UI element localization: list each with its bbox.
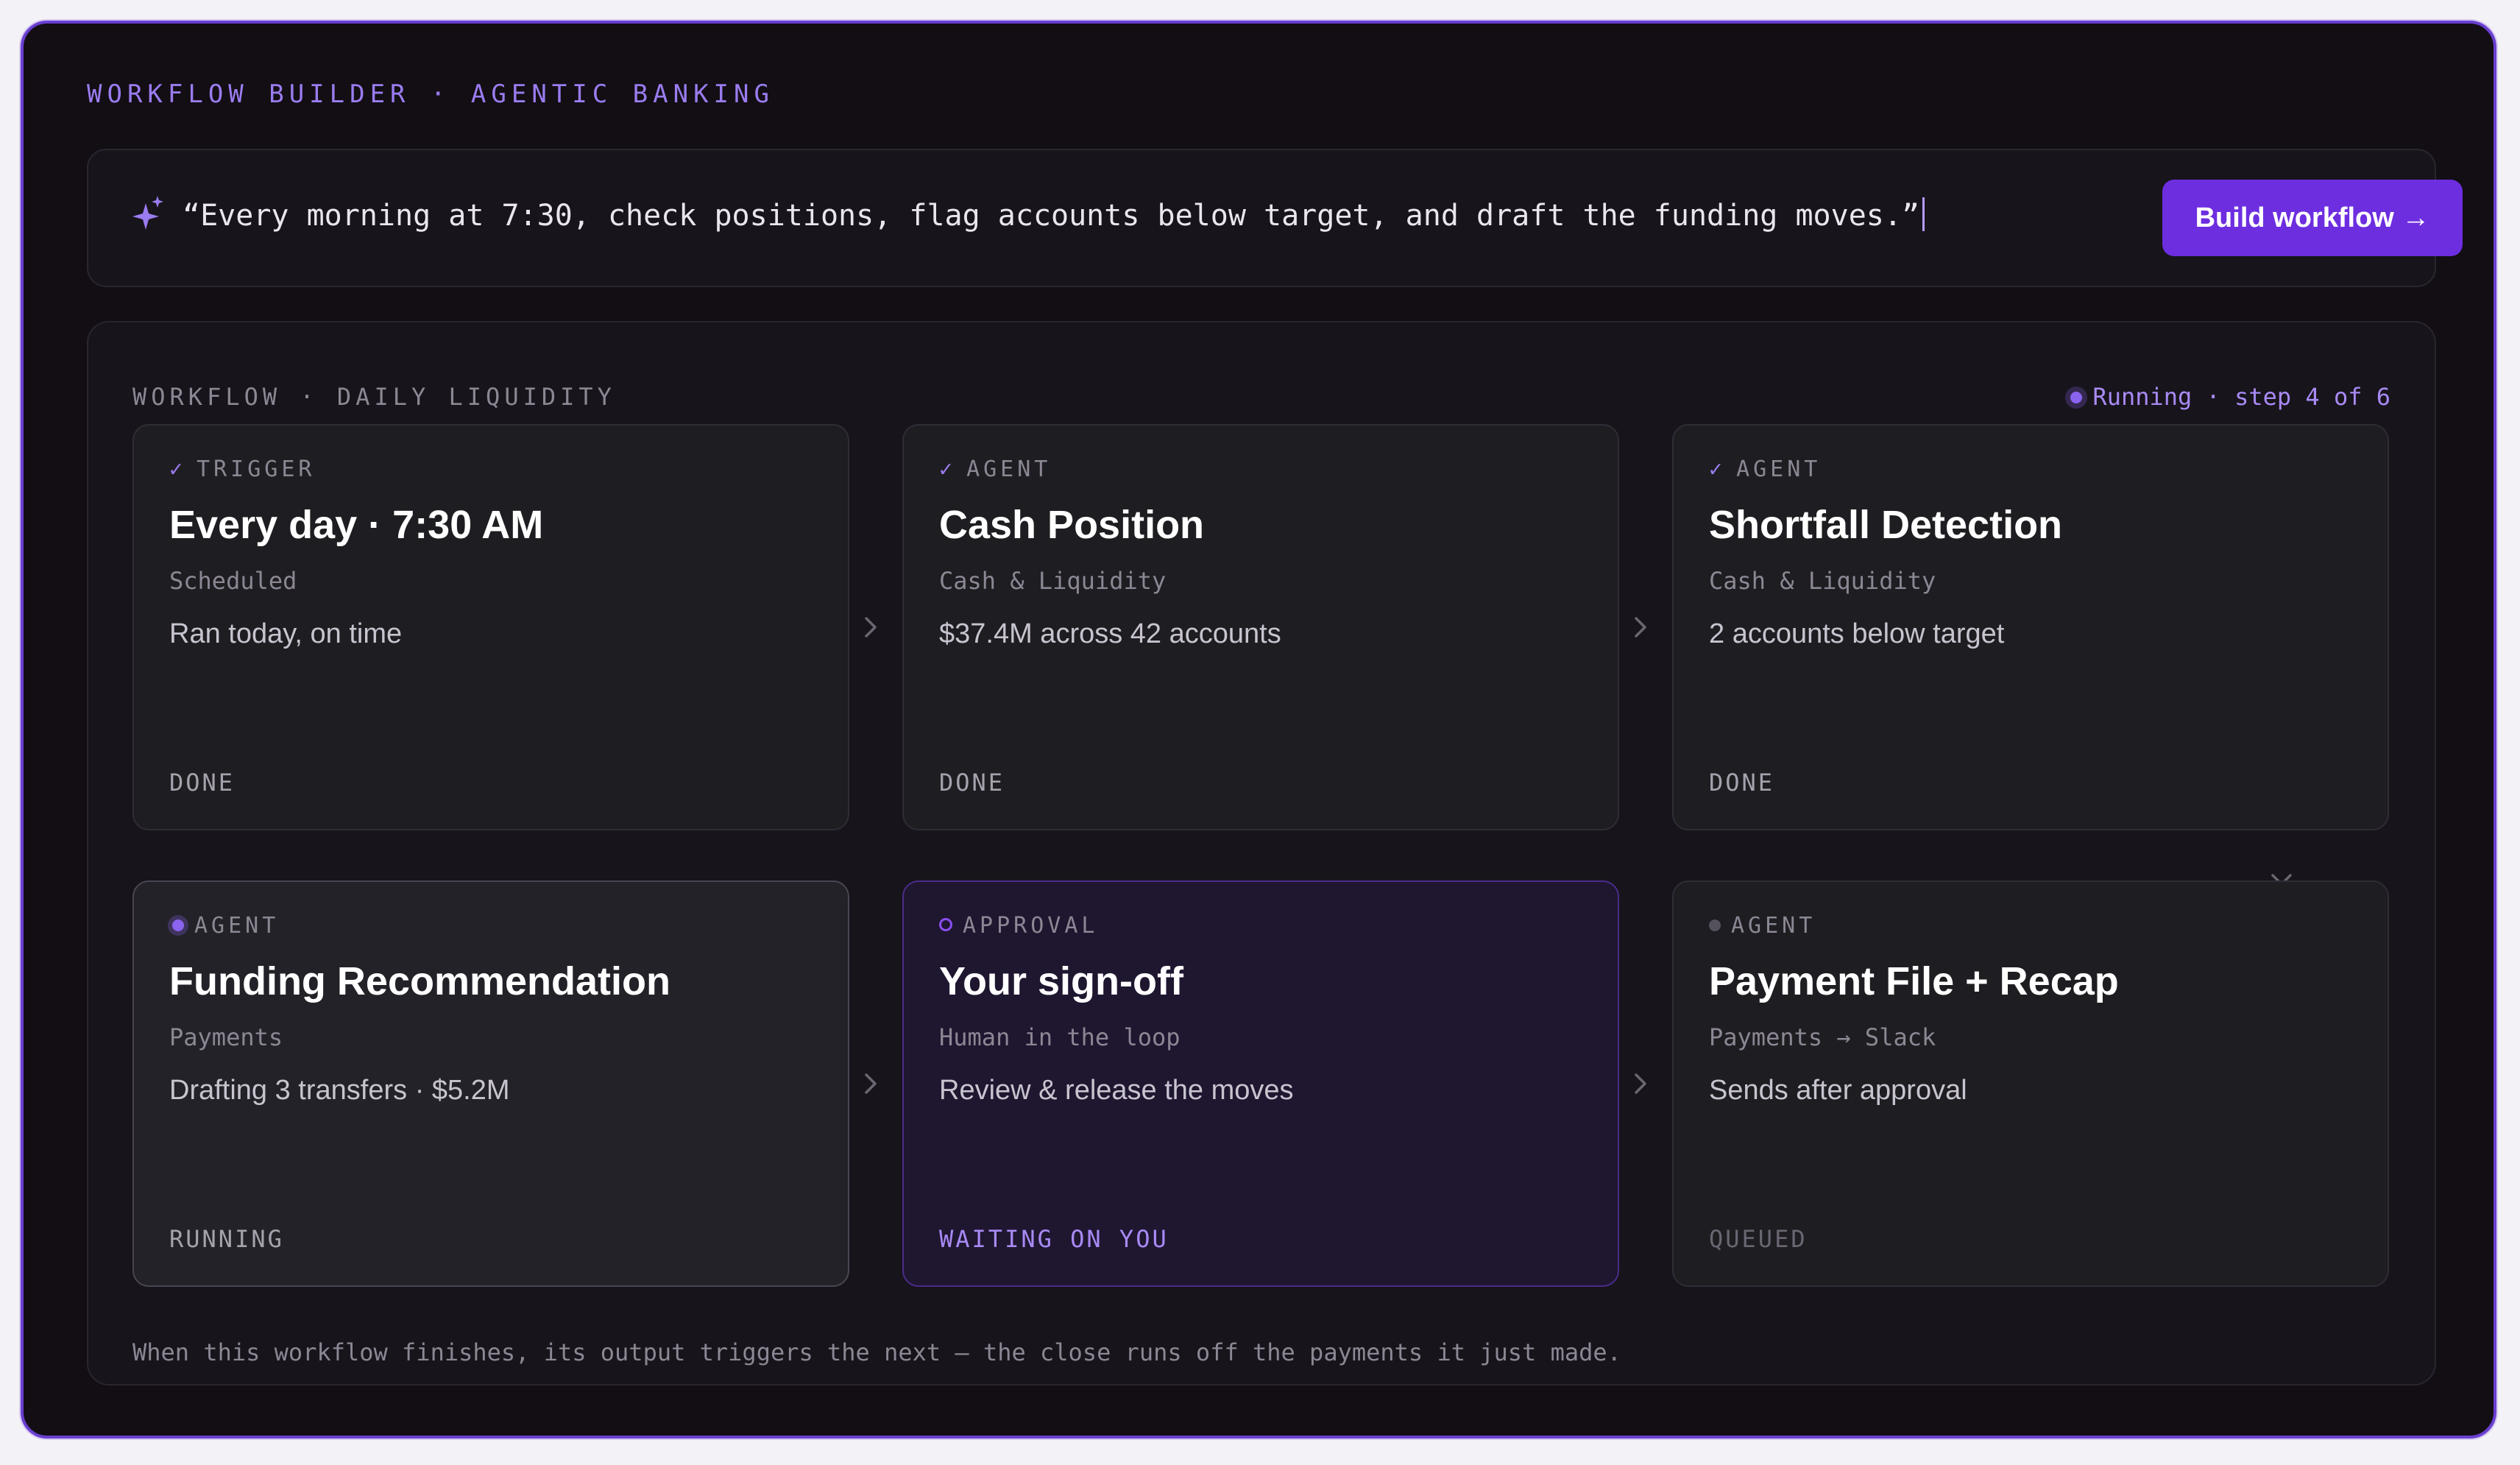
running-dot-icon	[172, 919, 184, 931]
check-icon: ✓	[169, 456, 187, 482]
step-type-label: TRIGGER	[197, 456, 316, 482]
run-status: Running · step 4 of 6	[2070, 383, 2390, 411]
step-detail: 2 accounts below target	[1709, 618, 2005, 649]
step-title: Every day · 7:30 AM	[169, 503, 544, 547]
step-title: Funding Recommendation	[169, 959, 670, 1003]
workflow-label: WORKFLOW · DAILY LIQUIDITY	[132, 383, 616, 411]
step-type: AGENT	[1709, 913, 1816, 939]
step-subtitle: Payments → Slack	[1709, 1023, 1936, 1051]
step-title: Shortfall Detection	[1709, 503, 2063, 547]
text-caret	[1922, 197, 1925, 231]
chevron-right-icon	[1635, 1073, 1646, 1094]
prompt-bar[interactable]: “Every morning at 7:30, check positions,…	[87, 149, 2463, 287]
step-card-cash-position[interactable]: ✓ AGENT Cash Position Cash & Liquidity $3…	[902, 424, 1619, 830]
step-subtitle: Cash & Liquidity	[1709, 567, 1936, 595]
step-card-funding-recommendation[interactable]: AGENT Funding Recommendation Payments Dr…	[132, 880, 849, 1287]
step-state: DONE	[169, 769, 236, 797]
step-state: RUNNING	[169, 1225, 284, 1253]
chevron-right-icon	[1635, 617, 1646, 638]
step-type: APPROVAL	[939, 913, 1099, 939]
workflow-panel: WORKFLOW · DAILY LIQUIDITY Running · ste…	[87, 321, 2436, 1385]
step-type: ✓ AGENT	[939, 456, 1051, 482]
run-status-text: Running · step 4 of 6	[2092, 383, 2390, 411]
prompt-text: “Every morning at 7:30, check positions,…	[183, 199, 1920, 233]
step-card-trigger[interactable]: ✓ TRIGGER Every day · 7:30 AM Scheduled R…	[132, 424, 849, 830]
step-state: QUEUED	[1709, 1225, 1808, 1253]
app-window: WORKFLOW BUILDER · AGENTIC BANKING “Ever…	[21, 21, 2496, 1438]
step-title: Payment File + Recap	[1709, 959, 2119, 1003]
step-detail: Sends after approval	[1709, 1075, 1967, 1106]
prompt-input[interactable]: “Every morning at 7:30, check positions,…	[183, 197, 1925, 233]
build-workflow-button[interactable]: Build workflow →	[2162, 180, 2463, 256]
step-state: WAITING ON YOU	[939, 1225, 1169, 1253]
step-type: ✓ AGENT	[1709, 456, 1821, 482]
step-title: Cash Position	[939, 503, 1205, 547]
step-type: ✓ TRIGGER	[169, 456, 316, 482]
step-type-label: APPROVAL	[963, 913, 1099, 939]
step-detail: $37.4M across 42 accounts	[939, 618, 1281, 649]
check-icon: ✓	[939, 456, 957, 482]
sparkle-icon	[132, 196, 163, 230]
step-detail: Review & release the moves	[939, 1075, 1294, 1106]
running-dot-icon	[2070, 392, 2083, 403]
chevron-right-icon	[865, 617, 877, 638]
step-type-label: AGENT	[194, 913, 280, 939]
queued-dot-icon	[1709, 919, 1721, 931]
step-type-label: AGENT	[966, 456, 1052, 482]
pending-ring-icon	[939, 918, 952, 931]
step-card-shortfall-detection[interactable]: ✓ AGENT Shortfall Detection Cash & Liquid…	[1672, 424, 2389, 830]
page-eyebrow: WORKFLOW BUILDER · AGENTIC BANKING	[87, 80, 774, 109]
check-icon: ✓	[1709, 456, 1727, 482]
step-subtitle: Scheduled	[169, 567, 297, 595]
step-detail: Drafting 3 transfers · $5.2M	[169, 1075, 510, 1106]
step-subtitle: Payments	[169, 1023, 283, 1051]
workflow-footnote: When this workflow finishes, its output …	[132, 1338, 1621, 1366]
step-type: AGENT	[169, 913, 279, 939]
step-state: DONE	[1709, 769, 1775, 797]
step-type-label: AGENT	[1731, 913, 1816, 939]
step-subtitle: Cash & Liquidity	[939, 567, 1167, 595]
step-subtitle: Human in the loop	[939, 1023, 1181, 1051]
step-title: Your sign-off	[939, 959, 1183, 1003]
step-type-label: AGENT	[1736, 456, 1822, 482]
step-card-sign-off[interactable]: APPROVAL Your sign-off Human in the loop…	[902, 880, 1619, 1287]
step-detail: Ran today, on time	[169, 618, 403, 649]
chevron-right-icon	[865, 1073, 877, 1094]
step-card-payment-file-recap[interactable]: AGENT Payment File + Recap Payments → Sl…	[1672, 880, 2389, 1287]
step-state: DONE	[939, 769, 1005, 797]
